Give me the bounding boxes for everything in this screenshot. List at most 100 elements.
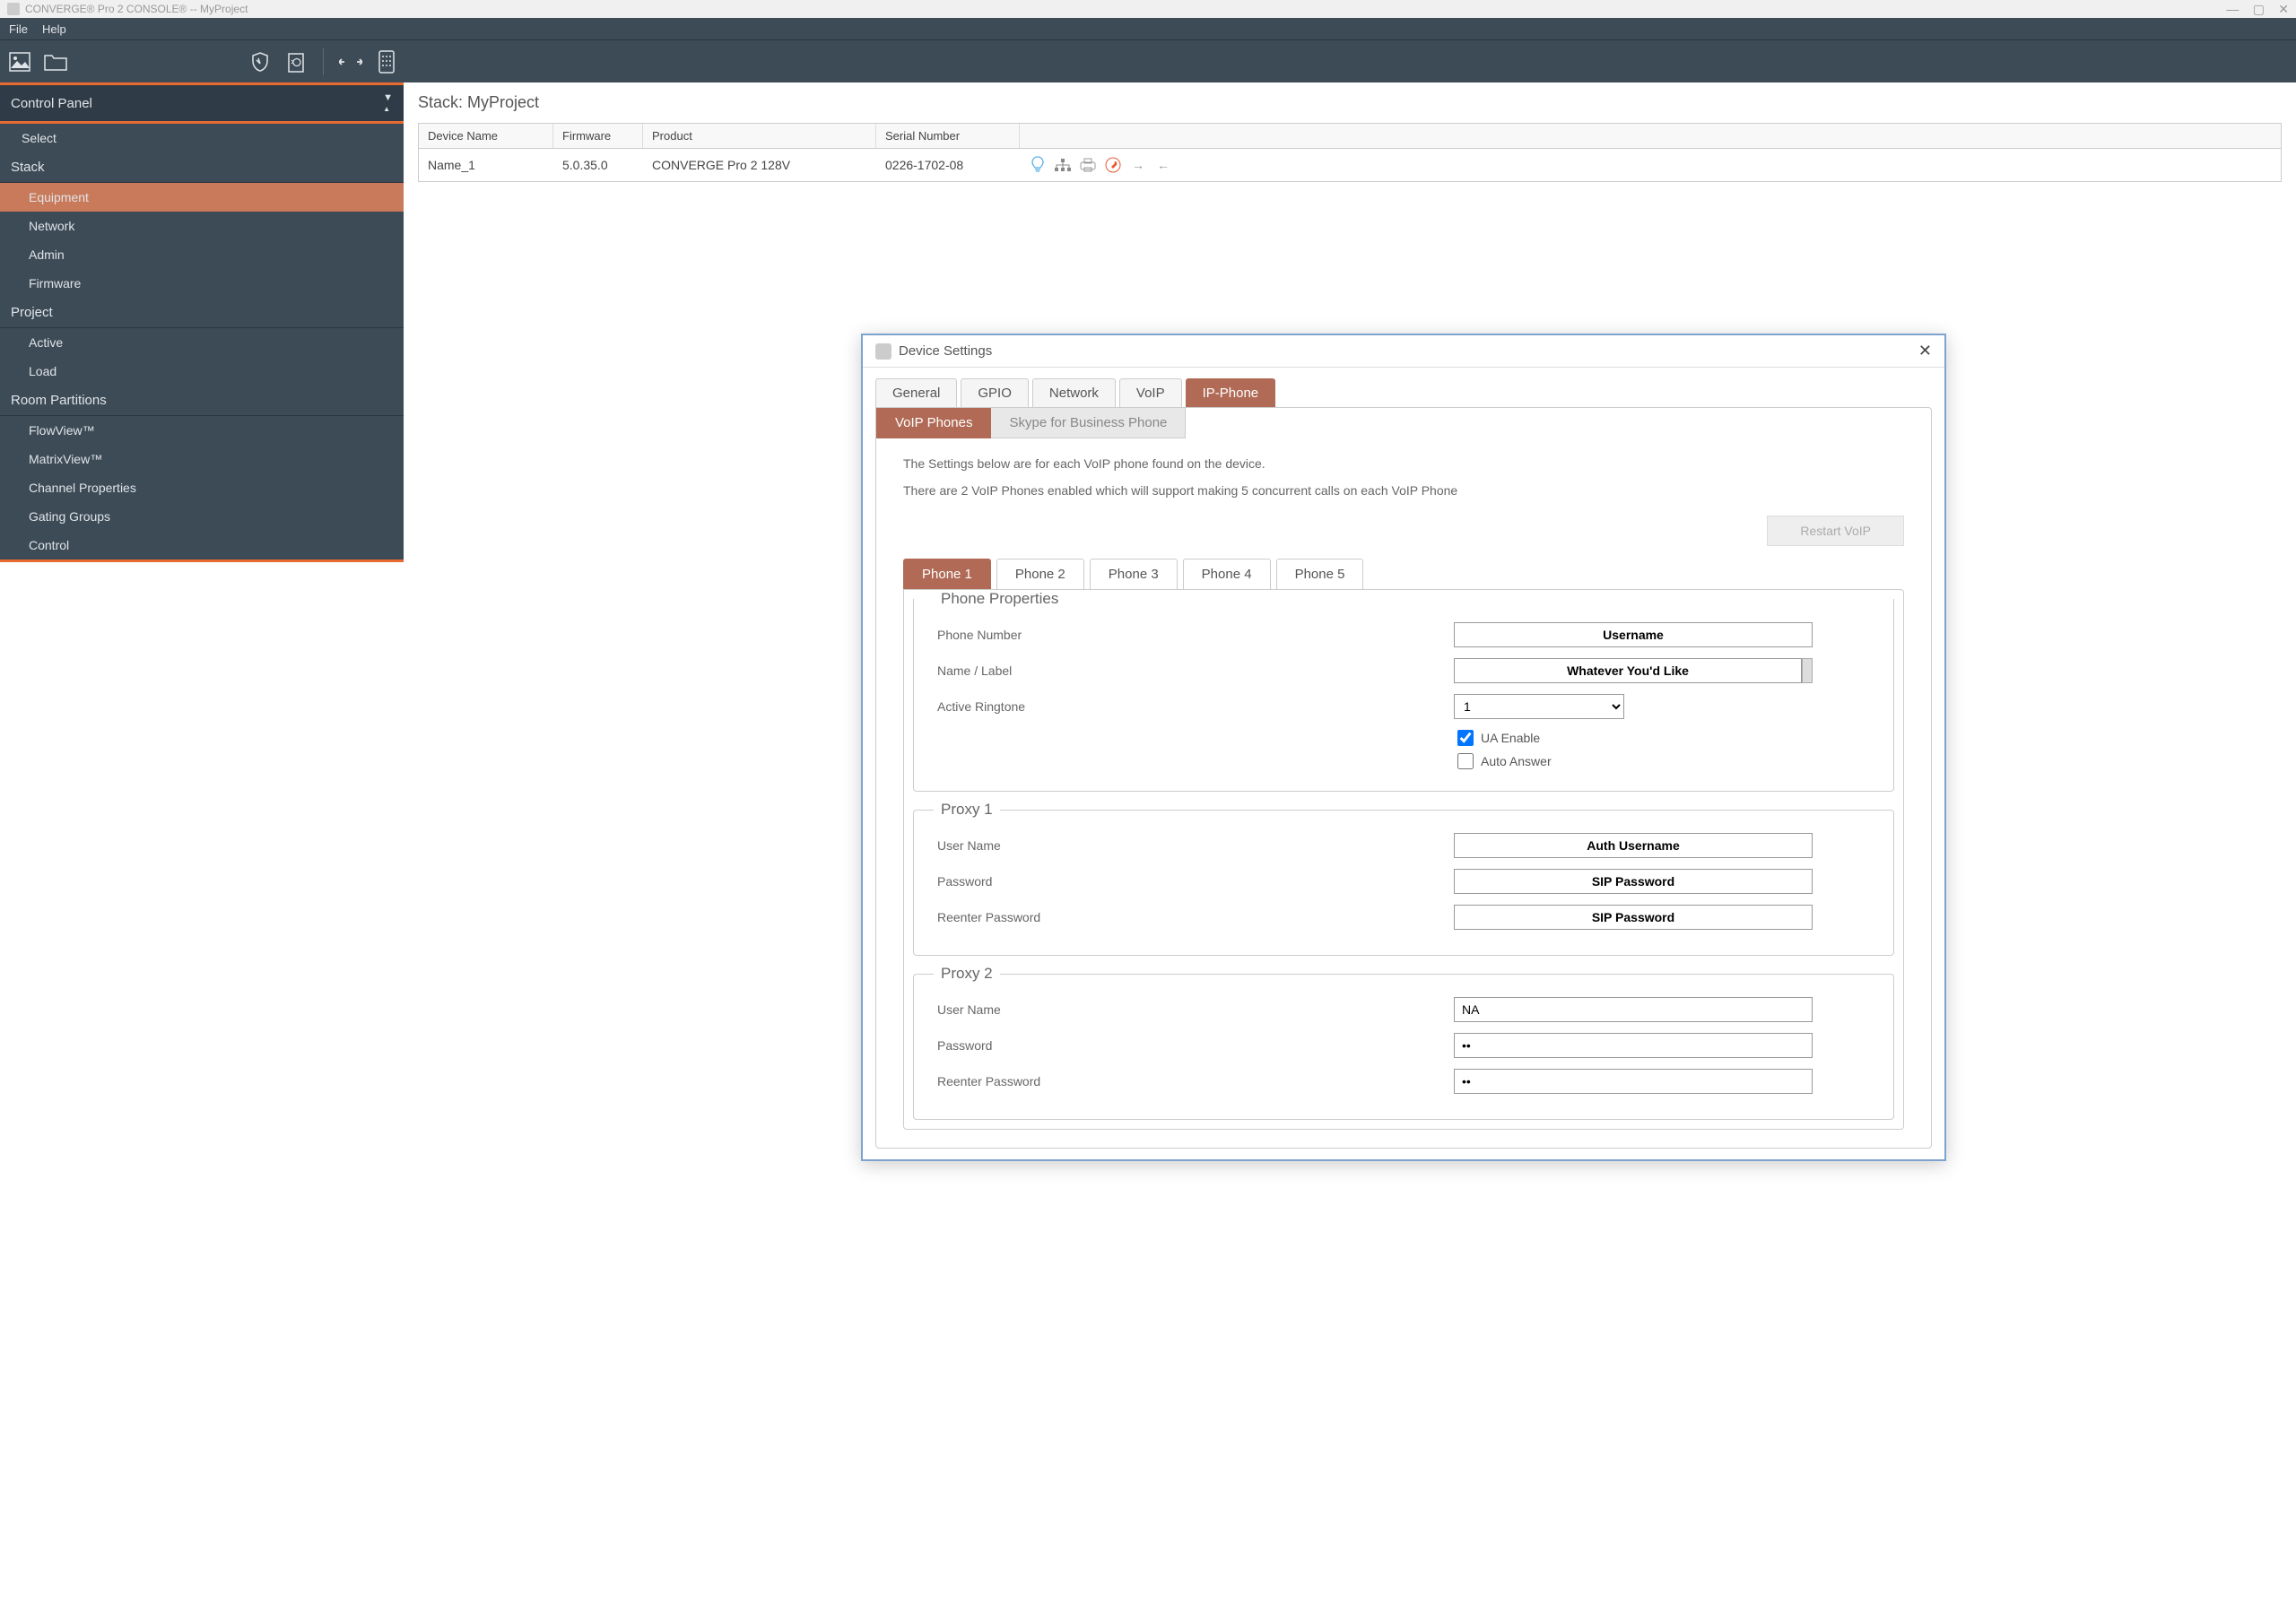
subtab-voip-phones[interactable]: VoIP Phones — [876, 408, 991, 438]
toolbar-refresh-icon[interactable] — [282, 48, 310, 76]
network-icon[interactable] — [1054, 156, 1072, 174]
sidebar-select[interactable]: Select — [0, 124, 404, 152]
phone-tab-2[interactable]: Phone 2 — [996, 559, 1084, 589]
tab-voip[interactable]: VoIP — [1119, 378, 1182, 407]
phone-number-label: Phone Number — [934, 628, 1454, 642]
sidebar-item-active[interactable]: Active — [0, 328, 404, 357]
scroll-nub-icon[interactable] — [1802, 658, 1813, 683]
sidebar-stack-title[interactable]: Stack — [0, 152, 404, 182]
sidebar-item-admin[interactable]: Admin — [0, 240, 404, 269]
phone-tab-3[interactable]: Phone 3 — [1090, 559, 1178, 589]
tab-ip-phone[interactable]: IP-Phone — [1186, 378, 1276, 407]
arrow-right-icon[interactable]: → — [1129, 156, 1147, 174]
col-device-name[interactable]: Device Name — [419, 124, 553, 148]
phone-number-input[interactable] — [1454, 622, 1813, 647]
close-window-icon[interactable]: ✕ — [2278, 2, 2289, 16]
cell-name: Name_1 — [419, 151, 553, 179]
proxy2-user-label: User Name — [934, 1002, 1454, 1017]
menu-help[interactable]: Help — [42, 22, 66, 36]
toolbar-folder-icon[interactable] — [41, 48, 70, 76]
phone-tab-4[interactable]: Phone 4 — [1183, 559, 1271, 589]
active-ringtone-label: Active Ringtone — [934, 699, 1454, 714]
proxy1-user-input[interactable] — [1454, 833, 1813, 858]
proxy2-legend: Proxy 2 — [934, 965, 1000, 983]
toolbar-divider — [323, 48, 324, 75]
sidebar-item-load[interactable]: Load — [0, 357, 404, 386]
phone-properties-fieldset: Phone Properties Phone Number Name / Lab… — [913, 590, 1894, 792]
toolbar-arrows-icon[interactable] — [336, 48, 365, 76]
sidebar-item-matrixview[interactable]: MatrixView™ — [0, 445, 404, 473]
dialog-logo-icon — [875, 343, 891, 360]
sidebar-header-label: Control Panel — [11, 96, 92, 111]
phone-properties-legend: Phone Properties — [934, 590, 1065, 608]
arrow-left-icon[interactable]: ← — [1154, 156, 1172, 174]
cell-serial: 0226-1702-08 — [876, 151, 1020, 179]
toolbar-shield-icon[interactable] — [246, 48, 274, 76]
sidebar-item-network[interactable]: Network — [0, 212, 404, 240]
proxy1-pass-input[interactable] — [1454, 869, 1813, 894]
active-ringtone-select[interactable]: 1 — [1454, 694, 1624, 719]
dialog-titlebar[interactable]: Device Settings ✕ — [863, 335, 1944, 368]
minimize-icon[interactable]: — — [2226, 2, 2239, 16]
ua-enable-checkbox[interactable] — [1457, 730, 1474, 746]
phone-tabset: Phone 1 Phone 2 Phone 3 Phone 4 Phone 5 — [903, 559, 1904, 589]
sidebar-item-flowview[interactable]: FlowView™ — [0, 416, 404, 445]
proxy1-user-label: User Name — [934, 838, 1454, 853]
proxy1-repass-input[interactable] — [1454, 905, 1813, 930]
proxy2-pass-input[interactable] — [1454, 1033, 1813, 1058]
print-icon[interactable] — [1079, 156, 1097, 174]
proxy2-user-input[interactable] — [1454, 997, 1813, 1022]
auto-answer-checkbox[interactable] — [1457, 753, 1474, 769]
subtab-skype[interactable]: Skype for Business Phone — [991, 408, 1186, 438]
proxy1-pass-label: Password — [934, 874, 1454, 889]
tab-general[interactable]: General — [875, 378, 957, 407]
sidebar-project-title[interactable]: Project — [0, 298, 404, 327]
description-2: There are 2 VoIP Phones enabled which wi… — [903, 483, 1904, 498]
close-icon[interactable]: ✕ — [1918, 342, 1932, 360]
restart-voip-button[interactable]: Restart VoIP — [1767, 516, 1904, 546]
sidebar-item-channel-props[interactable]: Channel Properties — [0, 473, 404, 502]
sub-tabset: VoIP Phones Skype for Business Phone — [876, 408, 1931, 438]
toolbar-image-icon[interactable] — [5, 48, 34, 76]
proxy1-fieldset: Proxy 1 User Name Password — [913, 801, 1894, 956]
sidebar-header[interactable]: Control Panel ▼▲ — [0, 85, 404, 124]
wrench-icon[interactable] — [1104, 156, 1122, 174]
device-settings-dialog: Device Settings ✕ General GPIO Network V… — [861, 334, 1946, 1161]
phone-tab-5[interactable]: Phone 5 — [1276, 559, 1364, 589]
cell-firmware: 5.0.35.0 — [553, 151, 643, 179]
toolbar — [0, 39, 2296, 82]
menu-file[interactable]: File — [9, 22, 28, 36]
proxy2-fieldset: Proxy 2 User Name Password — [913, 965, 1894, 1120]
device-table: Device Name Firmware Product Serial Numb… — [418, 123, 2282, 182]
toolbar-device-icon[interactable] — [372, 48, 401, 76]
auto-answer-label: Auto Answer — [1481, 754, 1552, 768]
name-label-input[interactable] — [1454, 658, 1802, 683]
maximize-icon[interactable]: ▢ — [2253, 2, 2265, 16]
col-product[interactable]: Product — [643, 124, 876, 148]
menu-bar: File Help — [0, 18, 2296, 39]
collapse-icon[interactable]: ▼▲ — [383, 92, 393, 114]
phone-tab-1[interactable]: Phone 1 — [903, 559, 991, 589]
sidebar: Control Panel ▼▲ Select Stack Equipment … — [0, 82, 404, 562]
name-label-label: Name / Label — [934, 663, 1454, 678]
window-title: CONVERGE® Pro 2 CONSOLE® -- MyProject — [25, 0, 248, 18]
proxy2-pass-label: Password — [934, 1038, 1454, 1053]
sidebar-item-firmware[interactable]: Firmware — [0, 269, 404, 298]
app-logo-icon — [7, 3, 20, 15]
cell-product: CONVERGE Pro 2 128V — [643, 151, 876, 179]
proxy2-repass-label: Reenter Password — [934, 1074, 1454, 1088]
tab-gpio[interactable]: GPIO — [961, 378, 1029, 407]
sidebar-room-title[interactable]: Room Partitions — [0, 386, 404, 415]
sidebar-item-equipment[interactable]: Equipment — [0, 183, 404, 212]
col-firmware[interactable]: Firmware — [553, 124, 643, 148]
proxy2-repass-input[interactable] — [1454, 1069, 1813, 1094]
sidebar-item-control[interactable]: Control — [0, 531, 404, 559]
table-row[interactable]: Name_1 5.0.35.0 CONVERGE Pro 2 128V 0226… — [419, 149, 2281, 181]
sidebar-item-gating[interactable]: Gating Groups — [0, 502, 404, 531]
description-1: The Settings below are for each VoIP pho… — [903, 456, 1904, 471]
proxy1-repass-label: Reenter Password — [934, 910, 1454, 924]
bulb-icon[interactable] — [1029, 156, 1047, 174]
main-panel: Stack: MyProject Device Name Firmware Pr… — [404, 82, 2296, 562]
col-serial[interactable]: Serial Number — [876, 124, 1020, 148]
tab-network[interactable]: Network — [1032, 378, 1116, 407]
